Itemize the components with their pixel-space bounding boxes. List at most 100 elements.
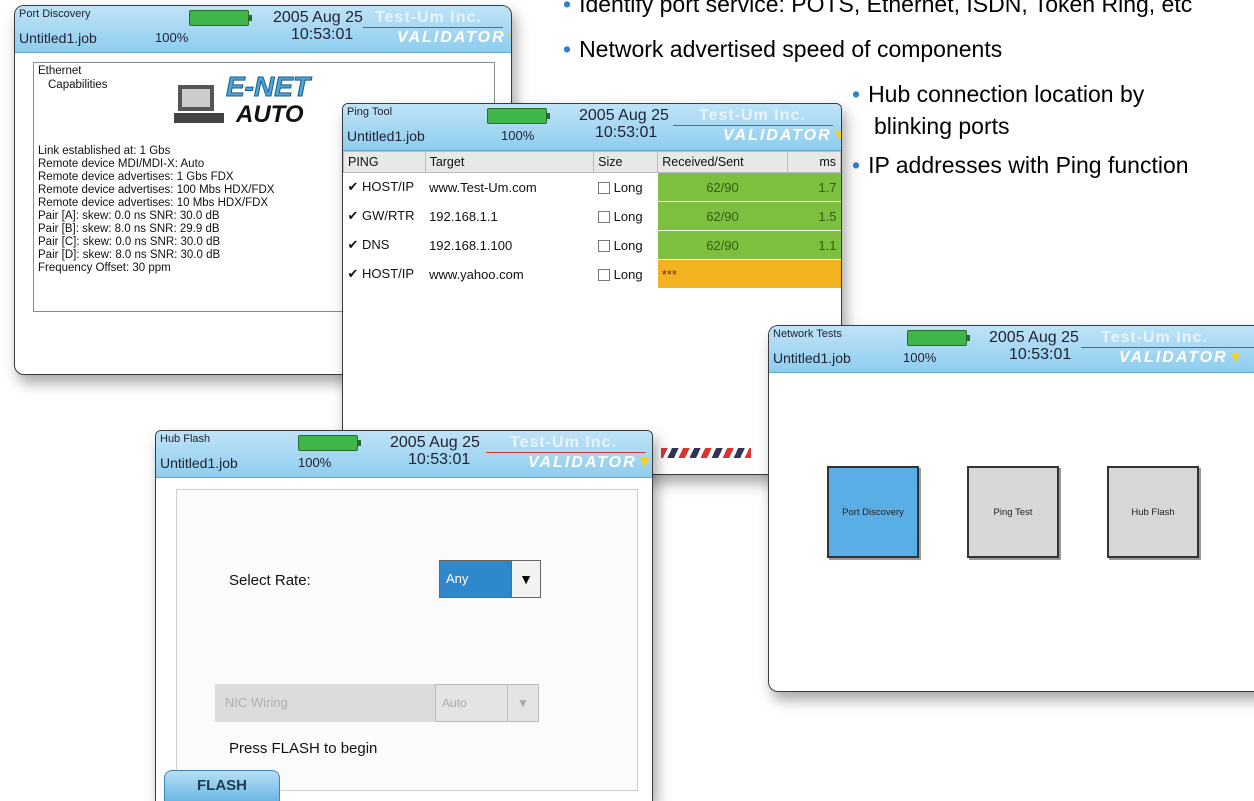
date-text: 2005 Aug 25	[579, 107, 669, 124]
header-divider	[1081, 347, 1254, 348]
received-cell: 62/90	[657, 172, 788, 202]
product-name: VALIDATOR	[723, 127, 832, 144]
ping-type: HOST/IP	[362, 179, 415, 194]
status-header: Port Discovery Untitled1.job 100% 2005 A…	[15, 6, 511, 53]
hub-flash-screen: Hub Flash Untitled1.job 100% 2005 Aug 25…	[155, 430, 653, 801]
size-checkbox[interactable]	[597, 269, 610, 282]
col-target[interactable]: Target	[424, 151, 595, 173]
target-cell[interactable]: 192.168.1.100	[425, 230, 594, 260]
ms-cell	[787, 259, 841, 289]
ping-type-cell[interactable]: ✔ HOST/IP	[343, 172, 426, 202]
ping-type-cell[interactable]: ✔ GW/RTR	[343, 201, 426, 231]
target-cell[interactable]: 192.168.1.1	[425, 201, 594, 231]
date-text: 2005 Aug 25	[273, 9, 363, 26]
product-logo: VALIDATOR▼	[723, 127, 841, 145]
product-name: VALIDATOR	[1119, 349, 1228, 366]
time-text: 10:53:01	[595, 124, 658, 141]
product-name: VALIDATOR	[528, 454, 637, 471]
port-discovery-button[interactable]: Port Discovery	[827, 466, 919, 558]
job-name: Untitled1.job	[773, 350, 851, 366]
check-icon[interactable]: ✔	[348, 237, 359, 252]
bullet-text: Network advertised speed of components	[579, 36, 1003, 62]
enet-auto-logo: E-NET AUTO	[174, 71, 334, 135]
result-line: Remote device MDI/MDI-X: Auto	[38, 158, 205, 170]
col-size[interactable]: Size	[593, 151, 659, 173]
flash-button-label: FLASH	[197, 777, 247, 794]
nic-value: Auto	[442, 696, 467, 710]
button-label: Ping Test	[993, 506, 1033, 518]
result-line: Remote device advertises: 1 Gbs FDX	[38, 171, 234, 183]
brand-text: Test-Um Inc.	[1101, 329, 1208, 346]
table-row[interactable]: ✔ HOST/IP www.yahoo.com Long ***	[343, 259, 841, 289]
hub-flash-button[interactable]: Hub Flash	[1107, 466, 1199, 558]
product-logo: VALIDATOR▼	[528, 454, 653, 471]
chevron-down-icon[interactable]: ▼	[511, 561, 540, 597]
target-cell[interactable]: www.Test-Um.com	[425, 172, 594, 202]
result-line: Frequency Offset: 30 ppm	[38, 262, 171, 274]
capabilities-label: Ethernet	[38, 65, 82, 77]
ms-cell: 1.1	[787, 230, 841, 260]
rate-value: Any	[440, 561, 516, 597]
screen-title: Hub Flash	[160, 433, 211, 445]
brand-text: Test-Um Inc.	[510, 434, 617, 451]
ping-type-cell[interactable]: ✔ DNS	[343, 230, 426, 260]
table-row[interactable]: ✔ DNS 192.168.1.100 Long 62/90 1.1	[343, 230, 841, 260]
ping-type-cell[interactable]: ✔ HOST/IP	[343, 259, 426, 289]
size-checkbox[interactable]	[597, 211, 610, 224]
nic-wiring-field: NIC Wiring	[215, 684, 435, 722]
job-name: Untitled1.job	[19, 30, 97, 46]
col-received[interactable]: Received/Sent	[657, 151, 788, 173]
check-icon[interactable]: ✔	[348, 266, 359, 281]
ping-test-button[interactable]: Ping Test	[967, 466, 1059, 558]
size-cell[interactable]: Long	[593, 172, 658, 202]
chevron-down-icon: ▼	[507, 685, 538, 721]
battery-icon	[487, 108, 550, 124]
button-label: Port Discovery	[842, 506, 904, 518]
received-cell: ***	[657, 259, 788, 289]
button-label: Hub Flash	[1131, 506, 1175, 518]
flash-button[interactable]: FLASH	[164, 770, 280, 801]
logo-top: E-NET	[226, 71, 311, 103]
size-checkbox[interactable]	[597, 182, 610, 195]
bullet-item: • Hub connection location by	[852, 81, 1145, 107]
result-line: Pair [D]: skew: 8.0 ns SNR: 30.0 dB	[38, 249, 221, 261]
ping-tool-screen: Ping Tool Untitled1.job 100% 2005 Aug 25…	[342, 103, 842, 475]
size-cell[interactable]: Long	[593, 259, 658, 289]
bullet-item: • Network advertised speed of components	[563, 36, 1003, 62]
nic-label: NIC Wiring	[225, 695, 288, 710]
bullet-text: IP addresses with Ping function	[868, 152, 1189, 178]
status-header: Hub Flash Untitled1.job 100% 2005 Aug 25…	[156, 431, 652, 478]
table-row[interactable]: ✔ GW/RTR 192.168.1.1 Long 62/90 1.5	[343, 201, 841, 231]
size-label: Long	[613, 179, 643, 195]
size-cell[interactable]: Long	[593, 230, 658, 260]
size-cell[interactable]: Long	[593, 201, 658, 231]
header-divider	[673, 125, 833, 126]
ping-table: PING Target Size Received/Sent ms ✔ HOST…	[343, 151, 841, 289]
bullet-item: • IP addresses with Ping function	[852, 152, 1189, 178]
check-icon[interactable]: ✔	[348, 179, 359, 194]
bullet-item: • Identify port service: POTS, Ethernet, …	[563, 0, 1192, 18]
nic-wiring-select: Auto ▼	[435, 684, 539, 722]
date-text: 2005 Aug 25	[390, 434, 480, 451]
rate-select[interactable]: Any ▼	[439, 560, 541, 598]
header-divider	[486, 452, 646, 453]
target-cell[interactable]: www.yahoo.com	[425, 259, 594, 289]
bullet-item-continued: blinking ports	[874, 112, 1010, 140]
result-line: Pair [C]: skew: 0.0 ns SNR: 30.0 dB	[38, 236, 221, 248]
ms-cell: 1.5	[787, 201, 841, 231]
check-icon[interactable]: ✔	[348, 208, 359, 223]
product-logo: VALIDATOR▼	[397, 29, 511, 47]
battery-icon	[907, 330, 970, 346]
result-line: Pair [A]: skew: 0.0 ns SNR: 30.0 dB	[38, 210, 220, 222]
result-line: Remote device advertises: 100 Mbs HDX/FD…	[38, 184, 275, 196]
result-line: Remote device advertises: 10 Mbs HDX/FDX	[38, 197, 269, 209]
job-name: Untitled1.job	[347, 128, 425, 144]
table-row[interactable]: ✔ HOST/IP www.Test-Um.com Long 62/90 1.7	[343, 172, 841, 202]
col-ms[interactable]: ms	[786, 151, 841, 173]
hub-flash-panel: Select Rate: Any ▼ NIC Wiring Auto ▼ Pre…	[176, 489, 638, 791]
battery-percent: 100%	[155, 30, 189, 45]
battery-percent: 100%	[903, 350, 937, 365]
result-line: Pair [B]: skew: 8.0 ns SNR: 29.9 dB	[38, 223, 220, 235]
col-ping[interactable]: PING	[343, 151, 426, 173]
size-checkbox[interactable]	[597, 240, 610, 253]
